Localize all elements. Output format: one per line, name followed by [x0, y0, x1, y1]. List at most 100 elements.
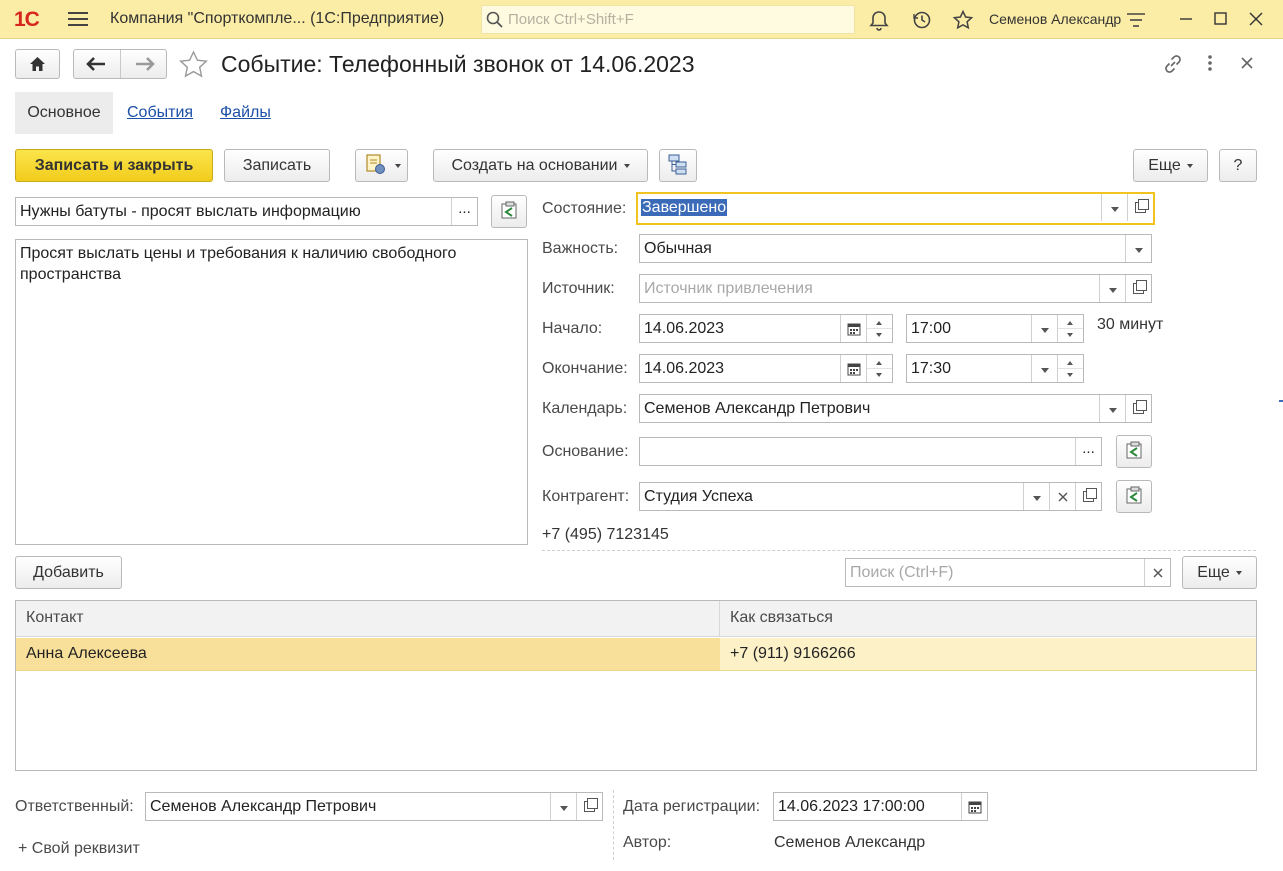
subject-select-button[interactable]: ... — [451, 198, 477, 225]
favorites-star-icon[interactable] — [952, 9, 974, 31]
subject-field[interactable]: Нужны батуты - просят выслать информацию… — [15, 197, 478, 226]
home-button[interactable] — [15, 49, 60, 79]
responsible-label: Ответственный: — [15, 798, 134, 815]
responsible-dropdown-button[interactable] — [550, 793, 576, 820]
calendar-field[interactable]: Семенов Александр Петрович — [639, 394, 1152, 423]
source-placeholder: Источник привлечения — [644, 280, 813, 297]
open-icon — [1133, 280, 1147, 294]
start-time-stepper[interactable] — [1057, 315, 1083, 342]
more-button[interactable]: Еще — [1133, 149, 1208, 182]
global-search-input[interactable]: Поиск Ctrl+Shift+F — [481, 5, 855, 34]
column-header-contact[interactable]: Контакт — [16, 601, 720, 637]
registration-calendar-button[interactable] — [961, 793, 987, 820]
help-button[interactable]: ? — [1219, 149, 1257, 182]
counterparty-value: Студия Успеха — [644, 488, 753, 505]
counterparty-clear-button[interactable] — [1049, 483, 1075, 510]
bell-icon[interactable] — [868, 9, 890, 31]
counterparty-dropdown-button[interactable] — [1023, 483, 1049, 510]
source-dropdown-button[interactable] — [1099, 275, 1125, 302]
basis-templates-button[interactable] — [1116, 435, 1152, 468]
open-icon — [1135, 199, 1149, 213]
window-edge-marker — [1279, 400, 1283, 402]
add-to-favorites-star-icon[interactable] — [178, 50, 209, 79]
table-row[interactable]: Анна Алексеева +7 (911) 9166266 — [16, 638, 1256, 671]
save-and-close-button[interactable]: Записать и закрыть — [15, 149, 213, 182]
description-textarea[interactable]: Просят выслать цены и требования к налич… — [15, 239, 528, 545]
registration-date-field[interactable]: 14.06.2023 17:00:00 — [773, 792, 988, 821]
tab-events[interactable]: События — [127, 104, 193, 122]
close-form-icon[interactable] — [1238, 54, 1256, 72]
dropdown-arrow-icon — [1032, 496, 1041, 501]
print-menu-button[interactable] — [355, 149, 408, 182]
contacts-search-clear-button[interactable] — [1144, 559, 1170, 586]
start-time-dropdown-button[interactable] — [1031, 315, 1057, 342]
start-date-stepper[interactable] — [866, 315, 892, 342]
back-button[interactable] — [74, 50, 121, 78]
importance-dropdown-button[interactable] — [1125, 235, 1151, 262]
registration-date-label: Дата регистрации: — [623, 798, 761, 815]
end-time-stepper[interactable] — [1057, 355, 1083, 382]
add-contact-button[interactable]: Добавить — [15, 556, 122, 589]
current-user-name[interactable]: Семенов Александр — [989, 11, 1121, 27]
search-icon — [486, 11, 503, 28]
importance-field[interactable]: Обычная — [639, 234, 1152, 263]
tab-files[interactable]: Файлы — [220, 104, 271, 122]
source-label: Источник: — [542, 280, 615, 297]
counterparty-open-button[interactable] — [1075, 483, 1101, 510]
state-open-button[interactable] — [1127, 194, 1153, 221]
basis-field[interactable]: ... — [639, 437, 1102, 466]
calendar-open-button[interactable] — [1125, 395, 1151, 422]
tab-main[interactable]: Основное — [15, 92, 113, 134]
chevron-down-icon — [1186, 163, 1193, 168]
end-date-field[interactable]: 14.06.2023 — [639, 354, 893, 383]
arrow-left-icon — [86, 57, 105, 71]
chevron-down-icon — [1235, 570, 1242, 575]
end-time-dropdown-button[interactable] — [1031, 355, 1057, 382]
responsible-value: Семенов Александр Петрович — [150, 798, 377, 815]
home-icon — [30, 57, 45, 71]
insert-template-icon — [501, 201, 517, 219]
column-header-how-to-contact[interactable]: Как связаться — [720, 601, 1256, 637]
source-field[interactable]: Источник привлечения — [639, 274, 1152, 303]
end-label: Окончание: — [542, 360, 628, 377]
responsible-open-button[interactable] — [576, 793, 602, 820]
more-actions-icon[interactable] — [1200, 52, 1220, 74]
dropdown-arrow-icon — [1110, 207, 1119, 212]
how-to-contact-cell[interactable]: +7 (911) 9166266 — [720, 638, 1256, 671]
subject-templates-button[interactable] — [491, 195, 527, 228]
counterparty-templates-button[interactable] — [1116, 480, 1152, 513]
save-button[interactable]: Записать — [224, 149, 330, 182]
start-date-field[interactable]: 14.06.2023 — [639, 314, 893, 343]
source-open-button[interactable] — [1125, 275, 1151, 302]
contacts-more-label: Еще — [1197, 564, 1230, 581]
start-calendar-button[interactable] — [840, 315, 866, 342]
create-based-on-button[interactable]: Создать на основании — [433, 149, 648, 182]
section-divider — [542, 550, 1256, 551]
history-icon[interactable] — [911, 9, 933, 31]
maximize-icon[interactable] — [1211, 9, 1231, 29]
close-window-icon[interactable] — [1246, 9, 1266, 29]
counterparty-field[interactable]: Студия Успеха — [639, 482, 1102, 511]
end-calendar-button[interactable] — [840, 355, 866, 382]
forward-button[interactable] — [121, 50, 167, 78]
settings-menu-icon[interactable] — [1125, 9, 1147, 31]
calendar-dropdown-button[interactable] — [1099, 395, 1125, 422]
end-date-stepper[interactable] — [866, 355, 892, 382]
start-time-field[interactable]: 17:00 — [906, 314, 1084, 343]
link-icon[interactable] — [1161, 52, 1185, 76]
contacts-search-input[interactable]: Поиск (Ctrl+F) — [845, 558, 1171, 587]
minimize-icon[interactable] — [1176, 9, 1196, 29]
custom-attribute-link[interactable]: + Свой реквизит — [18, 840, 140, 858]
main-menu-icon[interactable] — [68, 12, 88, 26]
end-time-field[interactable]: 17:30 — [906, 354, 1084, 383]
contact-cell[interactable]: Анна Алексеева — [16, 638, 720, 671]
structure-button[interactable] — [659, 149, 697, 182]
responsible-field[interactable]: Семенов Александр Петрович — [145, 792, 603, 821]
state-field[interactable]: Завершено — [636, 192, 1155, 225]
contacts-more-button[interactable]: Еще — [1182, 556, 1257, 589]
calendar-icon — [847, 323, 860, 336]
document-report-icon — [365, 154, 385, 175]
basis-select-button[interactable]: ... — [1075, 438, 1101, 465]
author-value: Семенов Александр — [774, 834, 926, 851]
state-dropdown-button[interactable] — [1101, 194, 1127, 221]
